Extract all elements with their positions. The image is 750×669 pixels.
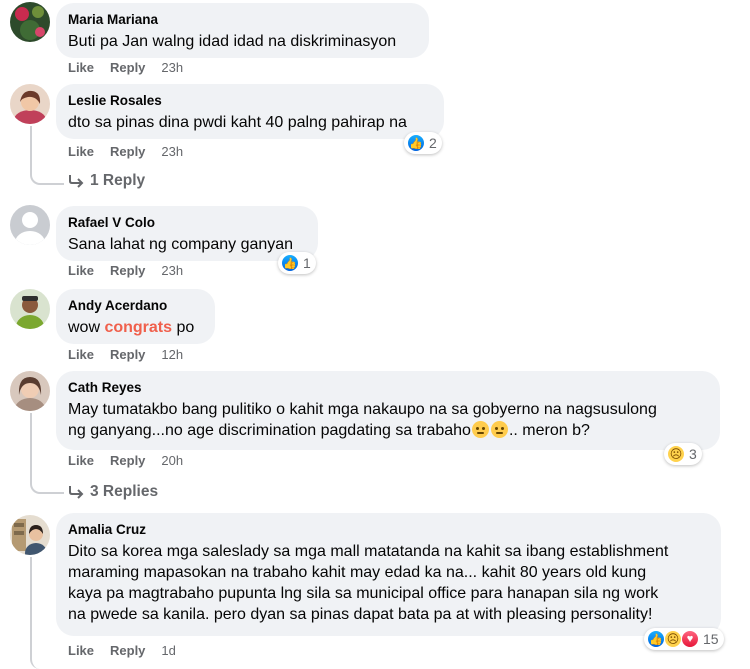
sad-reaction-icon: ☹ <box>667 445 685 463</box>
like-reaction-icon: 👍 <box>407 134 425 152</box>
reply-button[interactable]: Reply <box>110 347 145 362</box>
comment-text-line: kaya pa magtrabaho pupunta lng sila sa m… <box>68 585 659 602</box>
comment-text-line: Dito sa korea mga saleslady sa mga mall … <box>68 543 669 560</box>
comment-text-part: wow <box>68 319 105 336</box>
comment-text: wow congrats po <box>68 317 203 338</box>
like-button[interactable]: Like <box>68 60 94 75</box>
comment-text: dto sa pinas dina pwdi kaht 40 palng pah… <box>68 114 407 131</box>
like-button[interactable]: Like <box>68 347 94 362</box>
timestamp[interactable]: 1d <box>161 643 175 658</box>
comment-text: May tumatakbo bang pulitiko o kahit mga … <box>68 399 708 441</box>
like-button[interactable]: Like <box>68 263 94 278</box>
like-button[interactable]: Like <box>68 453 94 468</box>
like-button[interactable]: Like <box>68 643 94 658</box>
worried-face-icon <box>471 421 489 438</box>
heart-reaction-icon: ♥ <box>681 630 699 648</box>
comment-actions: Like Reply 23h <box>68 144 183 159</box>
comment-bubble: Leslie Rosales dto sa pinas dina pwdi ka… <box>56 84 444 139</box>
comment-text: Sana lahat ng company ganyan <box>68 236 294 253</box>
reaction-count: 3 <box>689 446 697 462</box>
comment-bubble: Amalia Cruz Dito sa korea mga saleslady … <box>56 513 721 636</box>
comment-actions: Like Reply 20h <box>68 453 183 468</box>
reply-thread-line <box>30 126 64 185</box>
like-button[interactable]: Like <box>68 144 94 159</box>
reaction-summary[interactable]: 👍 ☹ ♥ 15 <box>644 628 724 650</box>
commenter-name[interactable]: Leslie Rosales <box>68 92 432 109</box>
reaction-summary[interactable]: 👍 2 <box>404 132 442 154</box>
avatar[interactable] <box>10 2 50 42</box>
like-reaction-icon: 👍 <box>647 630 665 648</box>
congrats-highlight: congrats <box>104 319 173 336</box>
avatar[interactable] <box>10 289 50 329</box>
commenter-name[interactable]: Andy Acerdano <box>68 297 203 314</box>
commenter-name[interactable]: Rafael V Colo <box>68 214 306 231</box>
comment-bubble: Andy Acerdano wow congrats po <box>56 289 215 344</box>
like-reaction-icon: 👍 <box>281 254 299 272</box>
sad-reaction-icon: ☹ <box>664 630 682 648</box>
avatar[interactable] <box>10 205 50 245</box>
comment-actions: Like Reply 23h <box>68 263 183 278</box>
comment-text-line: na pwede sa kanila. pero dyan sa pinas d… <box>68 606 653 623</box>
reaction-count: 1 <box>303 255 311 271</box>
reaction-summary[interactable]: 👍 1 <box>278 252 316 274</box>
comment-text-line: maraming mapasokan na trabaho kahit may … <box>68 564 647 581</box>
comment-text-part: po <box>172 319 195 336</box>
commenter-name[interactable]: Maria Mariana <box>68 11 417 28</box>
comment-actions: Like Reply 12h <box>68 347 183 362</box>
comment-bubble: Rafael V Colo Sana lahat ng company gany… <box>56 206 318 261</box>
reply-button[interactable]: Reply <box>110 144 145 159</box>
comment-bubble: Maria Mariana Buti pa Jan walng idad ida… <box>56 3 429 58</box>
avatar[interactable] <box>10 84 50 124</box>
timestamp[interactable]: 20h <box>161 453 183 468</box>
comment-actions: Like Reply 23h <box>68 60 183 75</box>
reply-button[interactable]: Reply <box>110 60 145 75</box>
worried-face-icon <box>490 421 508 438</box>
commenter-name[interactable]: Amalia Cruz <box>68 521 709 538</box>
reply-thread-line <box>30 413 64 494</box>
reply-button[interactable]: Reply <box>110 263 145 278</box>
comment-text-part: ng ganyang...no age discrimination pagda… <box>68 422 471 439</box>
replies-count-label: 3 Replies <box>90 483 159 500</box>
view-replies-button[interactable]: 1 Reply <box>68 172 145 190</box>
timestamp[interactable]: 12h <box>161 347 183 362</box>
timestamp[interactable]: 23h <box>161 60 183 75</box>
reply-button[interactable]: Reply <box>110 453 145 468</box>
reaction-count: 15 <box>703 631 719 647</box>
commenter-name[interactable]: Cath Reyes <box>68 379 708 396</box>
comment-text-part: .. meron b? <box>508 422 590 439</box>
reaction-count: 2 <box>429 135 437 151</box>
avatar[interactable] <box>10 371 50 411</box>
view-replies-button[interactable]: 3 Replies <box>68 483 158 501</box>
timestamp[interactable]: 23h <box>161 263 183 278</box>
reply-button[interactable]: Reply <box>110 643 145 658</box>
avatar[interactable] <box>10 515 50 555</box>
reply-arrow-icon <box>69 486 84 499</box>
reaction-summary[interactable]: ☹ 3 <box>664 443 702 465</box>
comment-bubble: Cath Reyes May tumatakbo bang pulitiko o… <box>56 371 720 450</box>
reply-thread-line <box>30 557 64 669</box>
comment-text: Dito sa korea mga saleslady sa mga mall … <box>68 541 709 625</box>
comment-text: Buti pa Jan walng idad idad na diskrimin… <box>68 33 397 50</box>
comment-text-line: May tumatakbo bang pulitiko o kahit mga … <box>68 401 657 418</box>
comment-actions: Like Reply 1d <box>68 643 176 658</box>
comment-text-line: ng ganyang...no age discrimination pagda… <box>68 420 708 441</box>
reply-arrow-icon <box>69 175 84 188</box>
replies-count-label: 1 Reply <box>90 172 146 189</box>
timestamp[interactable]: 23h <box>161 144 183 159</box>
